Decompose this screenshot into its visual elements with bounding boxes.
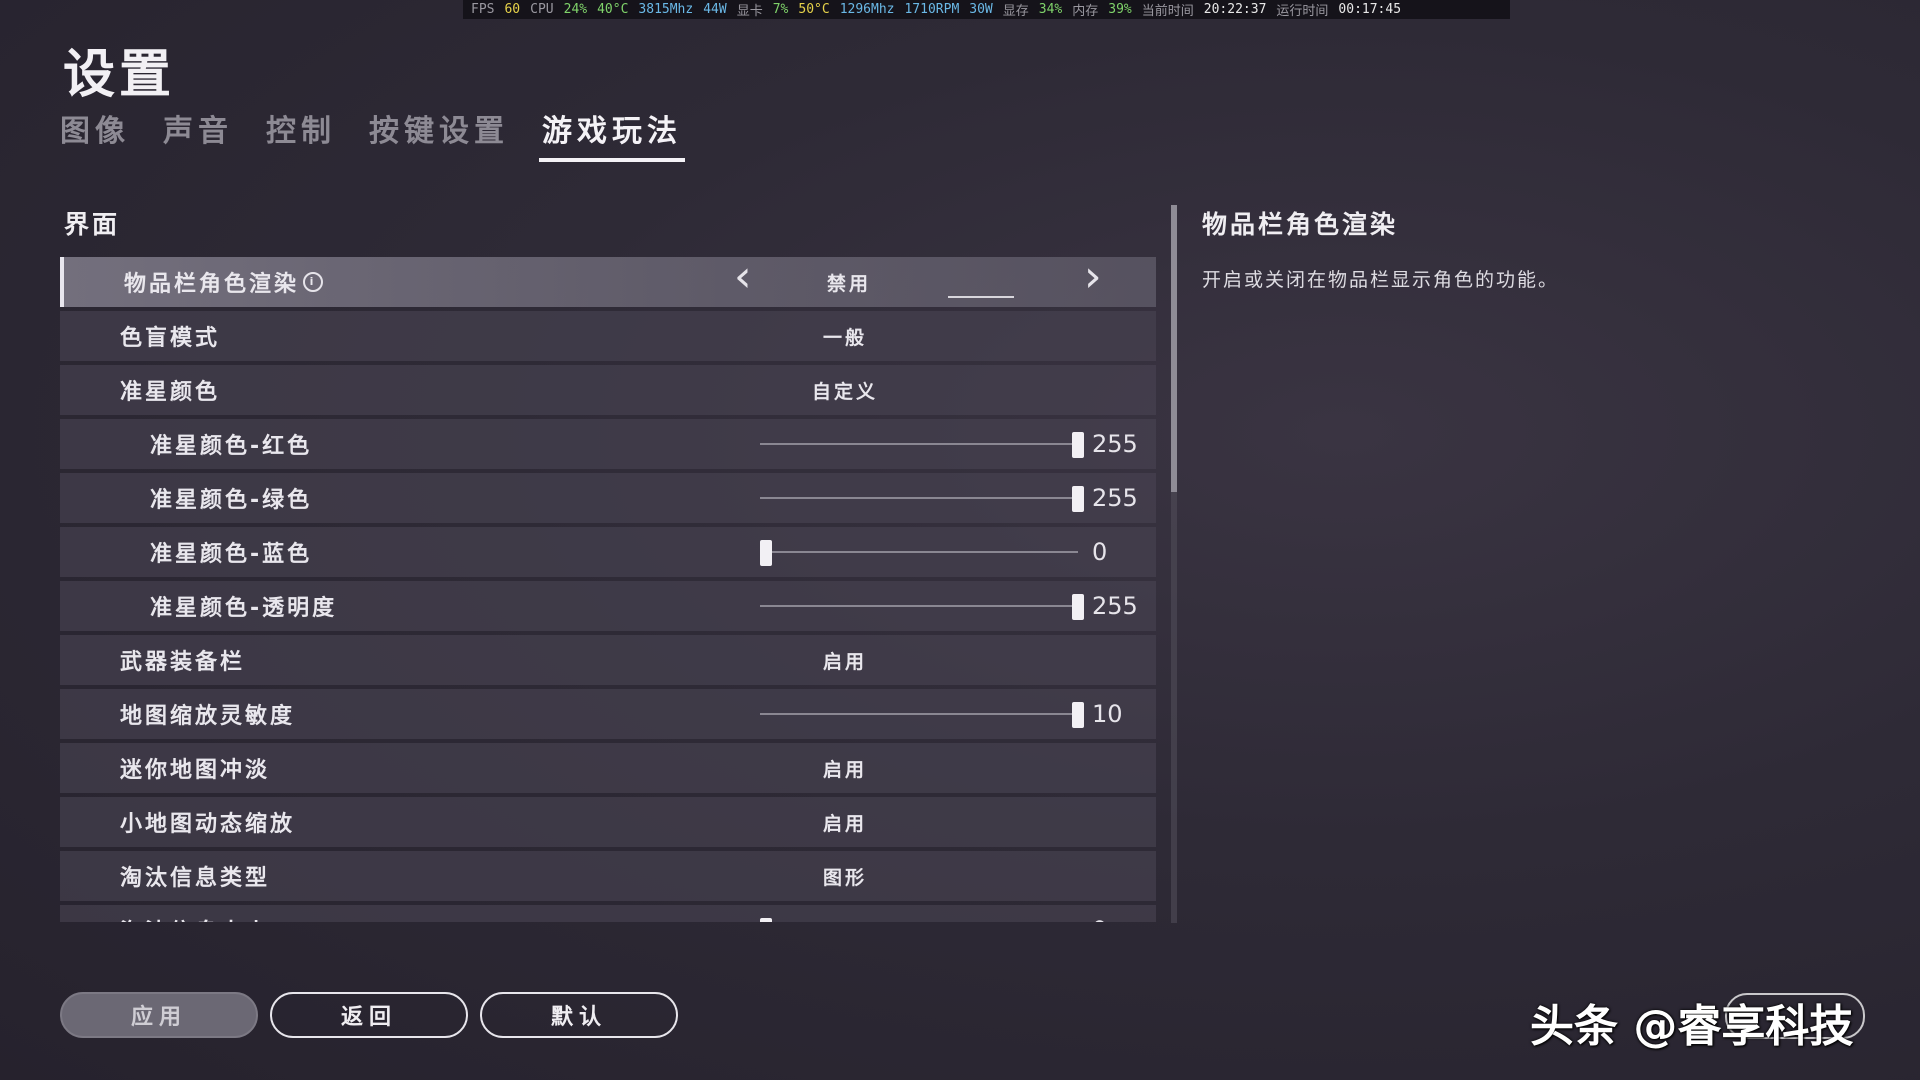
setting-row[interactable]: 淘汰信息类型 图形 bbox=[60, 851, 1156, 901]
setting-label: 迷你地图冲淡 bbox=[120, 758, 271, 783]
setting-value[interactable]: 一般 bbox=[710, 323, 980, 350]
uptime-value: 00:17:45 bbox=[1338, 2, 1402, 17]
value-underline bbox=[948, 296, 1014, 298]
chevron-left-icon[interactable]: ‹ bbox=[734, 257, 752, 302]
setting-value[interactable]: 启用 bbox=[710, 647, 980, 674]
slider-track[interactable] bbox=[760, 605, 1078, 607]
performance-overlay: FPS 60 CPU 24% 40°C 3815Mhz 44W 显卡 7% 50… bbox=[463, 0, 1510, 19]
cpu-temp: 40°C bbox=[597, 2, 629, 17]
slider-thumb[interactable] bbox=[760, 918, 772, 922]
back-button[interactable]: 返回 bbox=[270, 992, 468, 1038]
default-button[interactable]: 默认 bbox=[480, 992, 678, 1038]
slider-value: 255 bbox=[1092, 430, 1138, 458]
cpu-clock: 3815Mhz bbox=[638, 2, 694, 17]
info-icon: i bbox=[303, 272, 324, 292]
setting-row[interactable]: 色盲模式 一般 bbox=[60, 311, 1156, 361]
fps-label: FPS bbox=[471, 2, 495, 17]
tab-keybindings[interactable]: 按键设置 bbox=[369, 106, 509, 160]
slider-thumb[interactable] bbox=[760, 540, 772, 566]
slider-thumb[interactable] bbox=[1072, 432, 1084, 458]
tab-gameplay[interactable]: 游戏玩法 bbox=[539, 106, 685, 162]
vram-label: 显存 bbox=[1002, 4, 1029, 19]
slider-track[interactable] bbox=[760, 713, 1078, 715]
setting-label: 色盲模式 bbox=[120, 326, 221, 351]
setting-row[interactable]: 准星颜色-透明度 255 bbox=[60, 581, 1156, 631]
fps-value: 60 bbox=[504, 2, 521, 17]
setting-label: 准星颜色 bbox=[120, 380, 221, 405]
slider-track[interactable] bbox=[760, 443, 1078, 445]
slider-thumb[interactable] bbox=[1072, 486, 1084, 512]
setting-row[interactable]: 物品栏角色渲染 i 禁用 ‹ › bbox=[60, 257, 1156, 307]
setting-row[interactable]: 地图缩放灵敏度 10 bbox=[60, 689, 1156, 739]
time-value: 20:22:37 bbox=[1203, 2, 1267, 17]
slider-thumb[interactable] bbox=[1072, 594, 1084, 620]
settings-tabs: 图像 声音 控制 按键设置 游戏玩法 bbox=[60, 106, 685, 162]
setting-row[interactable]: 淘汰信息大小 0 bbox=[60, 905, 1156, 922]
gpu-temp: 50°C bbox=[798, 2, 830, 17]
setting-label: 地图缩放灵敏度 bbox=[120, 704, 296, 729]
setting-row[interactable]: 准星颜色-红色 255 bbox=[60, 419, 1156, 469]
setting-row[interactable]: 武器装备栏 启用 bbox=[60, 635, 1156, 685]
gpu-clock: 1296Mhz bbox=[839, 2, 895, 17]
slider-value: 0 bbox=[1092, 916, 1107, 922]
setting-label: 淘汰信息大小 bbox=[120, 914, 270, 922]
description-title: 物品栏角色渲染 bbox=[1202, 210, 1399, 239]
setting-label: 小地图动态缩放 bbox=[120, 812, 296, 837]
apply-button[interactable]: 应用 bbox=[60, 992, 258, 1038]
chevron-right-icon[interactable]: › bbox=[1084, 257, 1102, 302]
gpu-power: 30W bbox=[969, 2, 993, 17]
ram-value: 39% bbox=[1108, 2, 1132, 17]
settings-list: 物品栏角色渲染 i 禁用 ‹ › 色盲模式 一般 准星颜色 自定义 准星颜色-红色 255 准星颜色-… bbox=[60, 257, 1156, 922]
uptime-label: 运行时间 bbox=[1276, 4, 1329, 19]
setting-value[interactable]: 禁用 bbox=[714, 269, 984, 296]
setting-row[interactable]: 准星颜色-蓝色 0 bbox=[60, 527, 1156, 577]
setting-row[interactable]: 迷你地图冲淡 启用 bbox=[60, 743, 1156, 793]
tab-control[interactable]: 控制 bbox=[266, 106, 336, 160]
setting-label-group: 物品栏角色渲染 i bbox=[124, 266, 324, 298]
setting-label: 准星颜色-蓝色 bbox=[150, 542, 313, 567]
setting-value[interactable]: 图形 bbox=[710, 863, 980, 890]
cpu-label: CPU bbox=[530, 2, 554, 17]
setting-label: 武器装备栏 bbox=[120, 650, 246, 675]
setting-label: 物品栏角色渲染 bbox=[124, 272, 300, 297]
page-title: 设置 bbox=[63, 45, 176, 105]
slider-track[interactable] bbox=[760, 497, 1078, 499]
cpu-load: 24% bbox=[563, 2, 588, 17]
setting-row[interactable]: 小地图动态缩放 启用 bbox=[60, 797, 1156, 847]
slider-value: 255 bbox=[1092, 592, 1138, 620]
gpu-label: 显卡 bbox=[736, 4, 763, 19]
slider-value: 255 bbox=[1092, 484, 1138, 512]
description-text: 开启或关闭在物品栏显示角色的功能。 bbox=[1202, 269, 1560, 291]
setting-value[interactable]: 自定义 bbox=[710, 377, 980, 404]
scrollbar[interactable] bbox=[1171, 205, 1177, 923]
slider-thumb[interactable] bbox=[1072, 702, 1084, 728]
slider-track[interactable] bbox=[760, 551, 1078, 553]
setting-value[interactable]: 启用 bbox=[710, 809, 980, 836]
setting-label: 淘汰信息类型 bbox=[120, 866, 271, 891]
slider-value: 0 bbox=[1092, 538, 1108, 566]
watermark: 头条 @睿享科技 bbox=[1530, 1001, 1854, 1052]
scrollbar-thumb[interactable] bbox=[1171, 205, 1177, 492]
gpu-fan: 1710RPM bbox=[904, 2, 960, 17]
section-title: 界面 bbox=[64, 210, 121, 239]
setting-row[interactable]: 准星颜色-绿色 255 bbox=[60, 473, 1156, 523]
cpu-power: 44W bbox=[703, 2, 727, 17]
setting-label: 准星颜色-红色 bbox=[150, 434, 313, 459]
setting-label: 准星颜色-透明度 bbox=[150, 596, 338, 621]
time-label: 当前时间 bbox=[1141, 4, 1194, 19]
gpu-load: 7% bbox=[772, 2, 789, 17]
tab-graphics[interactable]: 图像 bbox=[60, 106, 130, 160]
setting-label: 准星颜色-绿色 bbox=[150, 488, 313, 513]
vram-value: 34% bbox=[1038, 2, 1063, 17]
ram-label: 内存 bbox=[1072, 4, 1099, 19]
tab-sound[interactable]: 声音 bbox=[163, 106, 233, 160]
setting-value[interactable]: 启用 bbox=[710, 755, 980, 782]
setting-row[interactable]: 准星颜色 自定义 bbox=[60, 365, 1156, 415]
slider-value: 10 bbox=[1092, 700, 1123, 728]
